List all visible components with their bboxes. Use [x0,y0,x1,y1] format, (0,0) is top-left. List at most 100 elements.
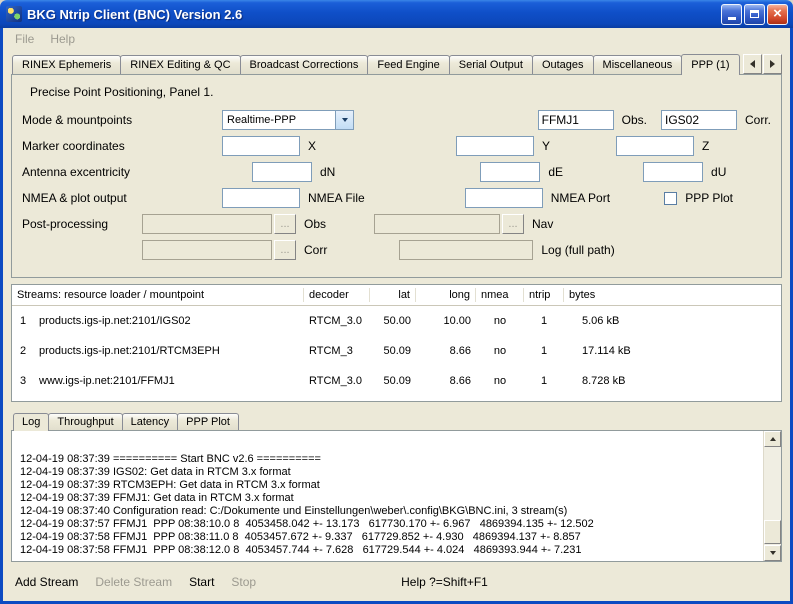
post-corr-label: Corr [304,243,327,257]
tab-scroll-buttons [743,54,782,74]
tab-serial-output[interactable]: Serial Output [449,55,533,74]
ppp-mode-value: Realtime-PPP [223,114,335,126]
streams-table: Streams: resource loader / mountpoint de… [11,284,782,402]
tab-ppp-1[interactable]: PPP (1) [681,54,739,75]
nmea-port-input[interactable] [465,188,543,208]
header-mountpoint[interactable]: Streams: resource loader / mountpoint [12,288,304,302]
minimize-button[interactable] [721,4,742,25]
combo-dropdown-button[interactable] [335,111,353,129]
header-bytes[interactable]: bytes [564,288,781,302]
tab-throughput[interactable]: Throughput [48,413,122,430]
nmea-port-label: NMEA Port [551,191,610,205]
menu-file[interactable]: File [7,30,42,48]
corr-mountpoint-label: Corr. [745,113,771,127]
header-ntrip[interactable]: ntrip [524,288,564,302]
post-processing-row-1: Post-processing ... Obs ... Nav [22,211,771,237]
ppp-mode-select[interactable]: Realtime-PPP [222,110,354,130]
right-arrow-icon [770,60,775,68]
stream-ntrip: 1 [524,315,564,327]
post-obs-label: Obs [304,217,326,231]
log-line: 12-04-19 08:37:40 Configuration read: C:… [20,505,757,518]
antenna-de-input[interactable] [480,162,540,182]
window-body: File Help RINEX Ephemeris RINEX Editing … [0,28,793,604]
stream-row[interactable]: 3 www.igs-ip.net:2101/FFMJ1 RTCM_3.0 50.… [12,366,781,396]
marker-y-input[interactable] [456,136,534,156]
header-nmea[interactable]: nmea [476,288,524,302]
scrollbar-thumb[interactable] [764,520,781,544]
tab-latency[interactable]: Latency [122,413,179,430]
add-stream-button[interactable]: Add Stream [15,575,78,589]
tab-miscellaneous[interactable]: Miscellaneous [593,55,683,74]
delete-stream-button: Delete Stream [95,575,172,589]
close-button[interactable]: × [767,4,788,25]
obs-mountpoint-input[interactable] [538,110,614,130]
window-title: BKG Ntrip Client (BNC) Version 2.6 [27,7,721,22]
header-decoder[interactable]: decoder [304,288,370,302]
menu-help[interactable]: Help [42,30,83,48]
post-nav-file-input [374,214,500,234]
marker-label: Marker coordinates [22,139,222,153]
antenna-row: Antenna excentricity dN dE dU [22,159,771,185]
marker-x-input[interactable] [222,136,300,156]
stream-mountpoint: products.igs-ip.net:2101/RTCM3EPH [34,345,304,357]
stream-row-number: 3 [12,375,34,387]
marker-y-label: Y [542,139,550,153]
scroll-up-button[interactable] [764,431,781,447]
close-icon: × [773,6,782,21]
tab-outages[interactable]: Outages [532,55,594,74]
window-controls: × [721,4,788,25]
header-long[interactable]: long [416,288,476,302]
tab-rinex-ephemeris[interactable]: RINEX Ephemeris [12,55,121,74]
antenna-dn-label: dN [320,165,335,179]
log-line: 12-04-19 08:37:57 FFMJ1 PPP 08:38:10.0 8… [20,518,757,531]
post-processing-row-2: ... Corr Log (full path) [22,237,771,263]
start-button[interactable]: Start [189,575,214,589]
post-nav-label: Nav [532,217,553,231]
bottom-tab-bar: Log Throughput Latency PPP Plot [3,402,790,430]
log-scrollbar[interactable] [763,431,781,561]
log-view[interactable]: 12-04-19 08:37:39 ========== Start BNC v… [11,430,782,562]
antenna-du-input[interactable] [643,162,703,182]
stream-row[interactable]: 2 products.igs-ip.net:2101/RTCM3EPH RTCM… [12,336,781,366]
mode-row: Mode & mountpoints Realtime-PPP Obs. Cor… [22,107,771,133]
post-log-label: Log (full path) [541,243,614,257]
stream-long: 10.00 [416,315,476,327]
stream-bytes: 8.728 kB [564,375,781,387]
tab-scroll-right-button[interactable] [763,54,782,74]
streams-header-row: Streams: resource loader / mountpoint de… [12,285,781,306]
marker-z-input[interactable] [616,136,694,156]
tab-rinex-editing-qc[interactable]: RINEX Editing & QC [120,55,240,74]
post-corr-browse-button: ... [274,240,296,260]
header-lat[interactable]: lat [370,288,416,302]
post-log-path-input [399,240,533,260]
maximize-icon [750,10,759,18]
up-arrow-icon [770,437,776,441]
marker-z-label: Z [702,139,709,153]
tab-ppp-plot[interactable]: PPP Plot [177,413,239,430]
footer-toolbar: Add Stream Delete Stream Start Stop Help… [3,562,790,601]
tab-scroll-left-button[interactable] [743,54,762,74]
nmea-row: NMEA & plot output NMEA File NMEA Port P… [22,185,771,211]
ppp-plot-label: PPP Plot [685,191,733,205]
log-line: 12-04-19 08:37:58 FFMJ1 PPP 08:38:11.0 8… [20,531,757,544]
stream-mountpoint: products.igs-ip.net:2101/IGS02 [34,315,304,327]
stream-lat: 50.09 [370,345,416,357]
tab-log[interactable]: Log [13,413,49,431]
stream-ntrip: 1 [524,375,564,387]
corr-mountpoint-input[interactable] [661,110,737,130]
log-line: 12-04-19 08:37:39 FFMJ1: Get data in RTC… [20,492,757,505]
antenna-dn-input[interactable] [252,162,312,182]
scroll-down-button[interactable] [764,545,781,561]
nmea-file-input[interactable] [222,188,300,208]
stream-row[interactable]: 1 products.igs-ip.net:2101/IGS02 RTCM_3.… [12,306,781,336]
nmea-label: NMEA & plot output [22,191,222,205]
maximize-button[interactable] [744,4,765,25]
antenna-de-label: dE [548,165,563,179]
top-tab-bar: RINEX Ephemeris RINEX Editing & QC Broad… [3,49,790,74]
tab-feed-engine[interactable]: Feed Engine [367,55,449,74]
ppp-plot-checkbox[interactable] [664,192,677,205]
title-bar[interactable]: BKG Ntrip Client (BNC) Version 2.6 × [0,0,793,28]
nmea-file-label: NMEA File [308,191,365,205]
tab-broadcast-corrections[interactable]: Broadcast Corrections [240,55,369,74]
minimize-icon [728,17,736,20]
